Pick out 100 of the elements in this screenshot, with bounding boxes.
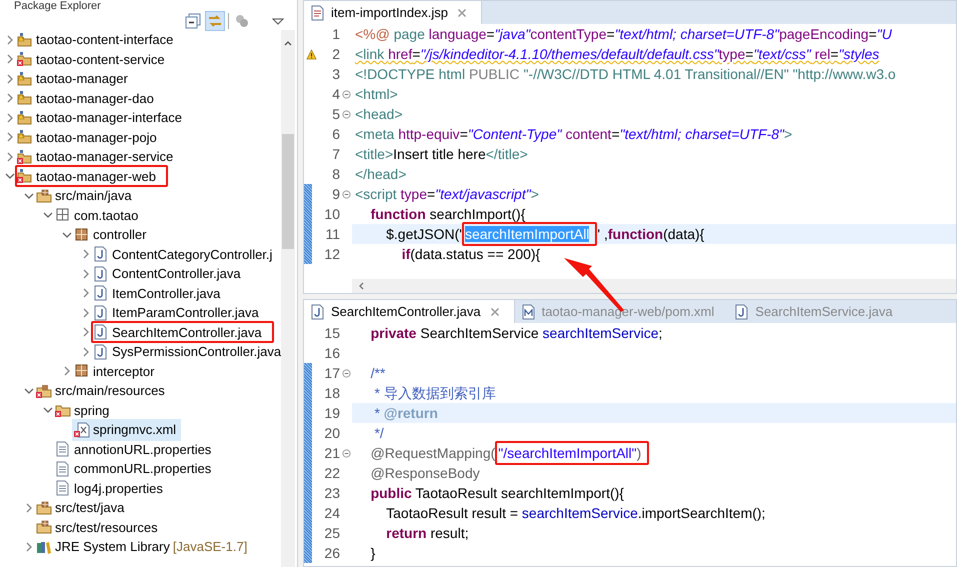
tree-item-label[interactable]: src/test/java xyxy=(55,500,124,516)
code-line: * 导入数据到索引库 xyxy=(373,385,496,401)
chevron-right-icon[interactable] xyxy=(24,542,34,552)
tree-item-label[interactable]: commonURL.properties xyxy=(74,461,212,476)
collapse-icon[interactable] xyxy=(342,90,350,98)
file-icon xyxy=(55,460,71,477)
code-line: */ xyxy=(373,425,384,441)
project-folder-icon xyxy=(17,51,33,68)
chevron-right-icon[interactable] xyxy=(81,249,91,260)
tree-item-label[interactable]: src/main/java xyxy=(55,188,132,204)
line-number: 25 xyxy=(323,524,340,543)
close-icon[interactable] xyxy=(490,306,500,316)
filter-icon[interactable] xyxy=(233,12,251,30)
chevron-right-icon[interactable] xyxy=(24,502,34,513)
tree-item-label[interactable]: taotao-manager-service xyxy=(36,149,174,164)
line-number: 15 xyxy=(323,324,340,343)
tree-item-label[interactable]: taotao-manager-dao xyxy=(36,90,154,106)
tree-item-label[interactable]: SearchItemController.java xyxy=(112,324,262,340)
chevron-right-icon[interactable] xyxy=(5,152,15,162)
tree-item-label[interactable]: JRE System Library xyxy=(55,539,170,554)
line-number: 17 xyxy=(323,364,340,383)
chevron-down-icon[interactable] xyxy=(43,210,53,220)
chevron-down-icon[interactable] xyxy=(43,405,53,416)
line-number: 5 xyxy=(331,105,340,124)
code-line: <meta http-equiv="Content-Type" content="text/html; charset=UTF-8"> xyxy=(355,126,792,142)
scroll-thumb[interactable] xyxy=(282,134,294,249)
view-tab[interactable]: Package Explorer xyxy=(0,0,297,12)
scrollbar[interactable] xyxy=(352,279,956,293)
code-line: if(data.status == 200){ xyxy=(400,246,540,262)
line-number: 19 xyxy=(323,404,340,423)
tree-item-label[interactable]: taotao-content-service xyxy=(36,52,165,67)
chevron-right-icon[interactable] xyxy=(5,54,15,64)
code-line: @ResponseBody xyxy=(370,465,480,481)
chevron-right-icon[interactable] xyxy=(81,268,91,279)
chevron-right-icon[interactable] xyxy=(5,34,15,45)
code-line: <!DOCTYPE html PUBLIC "-//W3C//DTD HTML 4.01 Transitional//EN" "http://www.w3.o xyxy=(355,66,896,82)
chevron-right-icon[interactable] xyxy=(81,346,91,357)
project-folder-icon xyxy=(17,129,33,146)
code-line: TaotaoResult result = searchItemService.importSearchItem(); xyxy=(385,505,766,521)
line-number: 23 xyxy=(323,484,340,503)
tree-item-label[interactable]: log4j.properties xyxy=(74,480,163,496)
java-file-icon xyxy=(93,285,109,302)
code-line: } xyxy=(370,545,376,561)
editor-tab[interactable]: item-importIndex.jsp xyxy=(304,1,482,24)
chevron-down-icon[interactable] xyxy=(24,190,34,201)
line-number: 11 xyxy=(324,225,340,244)
project-folder-icon xyxy=(17,90,33,106)
code-line: /** xyxy=(370,365,386,381)
collapse-icon[interactable] xyxy=(342,110,350,118)
tree-item-label[interactable]: annotionURL.properties xyxy=(74,442,212,457)
chevron-right-icon[interactable] xyxy=(5,93,15,104)
tree-item-label[interactable]: src/test/resources xyxy=(55,520,158,535)
tree-item-label[interactable]: src/main/resources xyxy=(55,383,165,398)
tree-item-label[interactable]: taotao-content-interface xyxy=(36,32,174,48)
chevron-right-icon[interactable] xyxy=(5,132,15,142)
tree-item-label[interactable]: springmvc.xml xyxy=(93,422,176,438)
code-line: * @return xyxy=(373,405,438,421)
project-folder-icon xyxy=(17,148,33,165)
editor-tab[interactable]: SearchItemController.java xyxy=(304,300,515,323)
chevron-right-icon[interactable] xyxy=(5,112,15,123)
chevron-right-icon[interactable] xyxy=(81,308,91,318)
source-folder-icon xyxy=(36,382,52,399)
tree-item-label[interactable]: taotao-manager-interface xyxy=(36,110,182,126)
tree-item-label[interactable]: taotao-manager-pojo xyxy=(36,130,157,145)
collapse-all-icon[interactable] xyxy=(184,12,202,30)
chevron-right-icon[interactable] xyxy=(81,327,91,338)
tree-item-label[interactable]: ItemController.java xyxy=(112,286,220,301)
tree-item-label[interactable]: SysPermissionController.java xyxy=(112,344,281,360)
line-number: 18 xyxy=(323,384,340,403)
chevron-down-icon[interactable] xyxy=(62,230,72,240)
tree-item-label[interactable]: com.taotao xyxy=(74,208,138,223)
project-folder-icon xyxy=(17,70,33,87)
code-line: <html> xyxy=(355,86,398,102)
chevron-right-icon[interactable] xyxy=(81,288,91,298)
scrollbar[interactable] xyxy=(281,30,295,567)
tree-item-label[interactable]: ContentController.java xyxy=(112,266,241,282)
collapse-icon[interactable] xyxy=(342,448,350,458)
line-number: 12 xyxy=(323,245,340,264)
chevron-right-icon[interactable] xyxy=(62,366,72,376)
link-with-editor-icon[interactable] xyxy=(206,12,224,30)
line-number: 26 xyxy=(323,544,340,563)
tree-item-label[interactable]: controller xyxy=(93,227,146,242)
tab-label[interactable]: item-importIndex.jsp xyxy=(331,5,448,20)
tree-item-label[interactable]: spring xyxy=(74,402,110,418)
chevron-down-icon[interactable] xyxy=(24,386,34,396)
java-file-icon xyxy=(93,266,109,282)
chevron-right-icon[interactable] xyxy=(5,74,15,84)
collapse-icon[interactable] xyxy=(342,368,350,378)
close-icon[interactable] xyxy=(457,8,468,18)
file-icon xyxy=(55,480,71,496)
tree-item-label[interactable]: taotao-manager xyxy=(36,71,128,86)
tree-item-label[interactable]: interceptor xyxy=(93,364,154,379)
tab-label[interactable]: SearchItemController.java xyxy=(331,304,481,319)
tree-item-label[interactable]: taotao-manager-web xyxy=(36,168,156,184)
tree-item-label[interactable]: ItemParamController.java xyxy=(112,305,259,320)
chevron-down-icon[interactable] xyxy=(5,171,15,182)
tree-item-label[interactable]: ContentCategoryController.j xyxy=(112,246,272,262)
project-folder-icon xyxy=(17,32,33,48)
line-number: 4 xyxy=(331,85,340,104)
collapse-icon[interactable] xyxy=(342,190,350,198)
